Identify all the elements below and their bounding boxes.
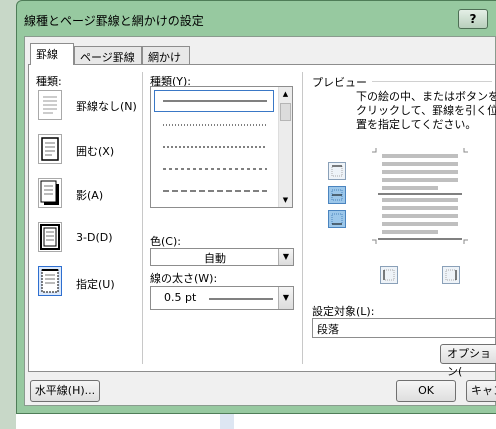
help-button[interactable]: ? <box>458 9 488 29</box>
border-preview[interactable] <box>370 146 470 246</box>
width-dropdown[interactable]: 0.5 pt ▼ <box>150 286 294 310</box>
line-style-scrollbar[interactable]: ▲ ▼ <box>278 87 292 207</box>
no-border-icon <box>43 96 57 114</box>
cancel-button[interactable]: キャン <box>466 380 496 402</box>
tab-page-border[interactable]: ページ罫線 <box>74 46 142 64</box>
top-border-button[interactable] <box>328 162 346 180</box>
setting-none-button[interactable] <box>38 90 62 120</box>
shadow-border-icon <box>40 180 59 205</box>
box-border-icon <box>41 137 59 161</box>
scroll-down-arrow-icon[interactable]: ▼ <box>279 193 292 207</box>
setting-box-button[interactable] <box>38 134 62 164</box>
setting-3d-label: 3-D(D) <box>76 231 113 244</box>
setting-custom-button[interactable] <box>38 266 62 296</box>
apply-to-label: 設定対象(L): <box>312 305 375 318</box>
setting-shadow-button[interactable] <box>38 178 62 208</box>
horizontal-line-button[interactable]: 水平線(H)... <box>30 380 100 402</box>
instruction-line: 置を指定してください。 <box>356 118 477 131</box>
options-button[interactable]: オプション( <box>440 344 496 378</box>
setting-none-label: 罫線なし(N) <box>76 100 137 113</box>
width-value: 0.5 pt <box>164 291 197 304</box>
right-border-icon <box>445 269 457 281</box>
chevron-down-icon[interactable]: ▼ <box>278 287 293 309</box>
width-label: 線の太さ(W): <box>150 272 218 285</box>
inside-border-icon <box>331 189 343 201</box>
width-line-sample <box>209 298 273 300</box>
document-background <box>16 414 496 429</box>
inside-border-button[interactable] <box>328 186 346 204</box>
setting-box-label: 囲む(X) <box>76 145 115 158</box>
setting-custom-label: 指定(U) <box>76 278 115 291</box>
column-divider <box>302 72 303 364</box>
tab-shading[interactable]: 網かけ <box>142 46 190 64</box>
setting-3d-button[interactable] <box>38 222 62 252</box>
top-border-icon <box>331 165 343 177</box>
scroll-thumb[interactable] <box>280 103 291 121</box>
settings-heading: 種類: <box>36 75 62 88</box>
bottom-border-button[interactable] <box>328 210 346 228</box>
instruction-line: クリックして、罫線を引く位 <box>356 104 496 117</box>
ok-button[interactable]: OK <box>396 380 456 402</box>
left-border-icon <box>383 269 395 281</box>
preview-rule <box>372 81 492 82</box>
3d-border-icon <box>40 224 60 250</box>
document-cursor-marker <box>220 414 234 429</box>
preview-instructions: 下の絵の中、またはボタンを クリックして、罫線を引く位 置を指定してください。 <box>356 90 496 132</box>
instruction-line: 下の絵の中、またはボタンを <box>356 90 496 103</box>
line-style-samples <box>163 100 267 192</box>
line-style-list[interactable] <box>150 86 293 208</box>
color-dropdown[interactable]: 自動 ▼ <box>150 248 294 266</box>
chevron-down-icon[interactable]: ▼ <box>278 249 293 265</box>
setting-shadow-label: 影(A) <box>76 189 104 202</box>
right-border-button[interactable] <box>442 266 460 284</box>
left-border-button[interactable] <box>380 266 398 284</box>
color-label: 色(C): <box>150 235 181 248</box>
preview-heading: プレビュー <box>312 76 367 89</box>
color-value: 自動 <box>204 252 226 265</box>
dialog-title: 線種とページ罫線と網かけの設定 <box>24 14 204 28</box>
column-divider <box>142 72 143 364</box>
tab-borders[interactable]: 罫線 <box>30 43 74 65</box>
apply-to-dropdown[interactable]: 段落 <box>312 318 496 338</box>
apply-to-value: 段落 <box>317 323 339 336</box>
bottom-border-icon <box>331 213 343 225</box>
custom-border-icon <box>41 269 59 293</box>
scroll-up-arrow-icon[interactable]: ▲ <box>279 87 292 101</box>
